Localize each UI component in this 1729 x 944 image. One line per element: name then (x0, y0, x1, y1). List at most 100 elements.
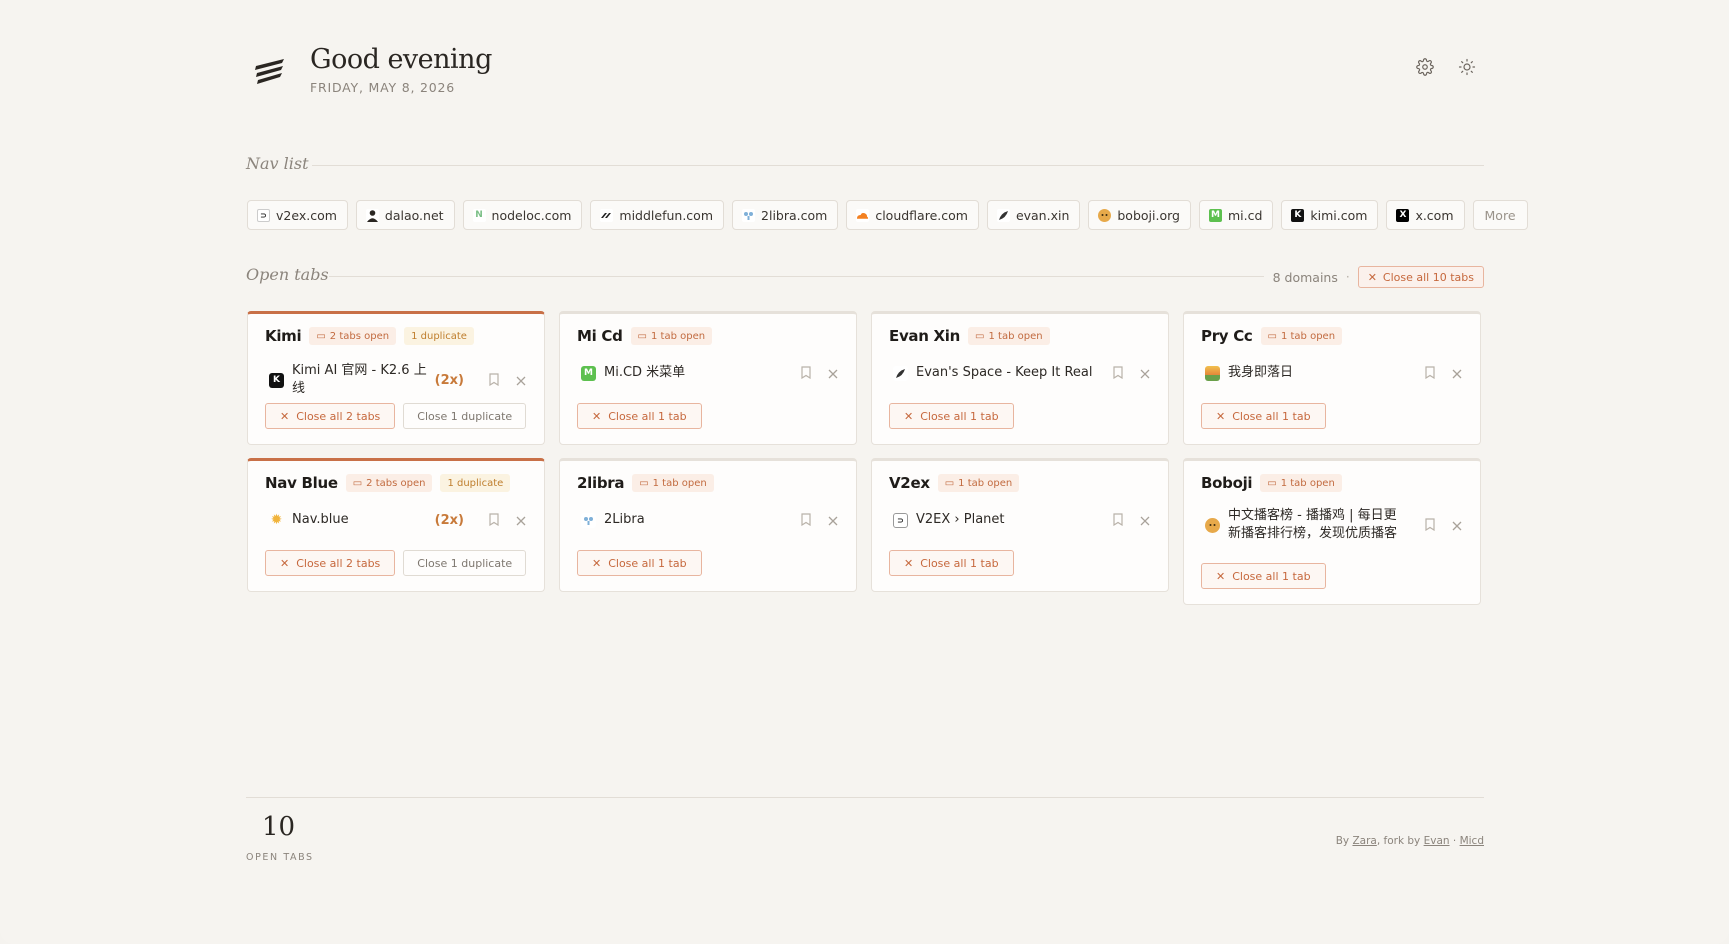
2libra-favicon (581, 512, 596, 528)
domain-card-2libra: 2libra ▭ 1 tab open 2Libra ✕ Close all 1 t… (559, 458, 857, 592)
tab-row[interactable]: 我身即落日 (1201, 362, 1468, 384)
nav-chip-x[interactable]: X x.com (1386, 200, 1465, 230)
close-all-button[interactable]: ✕ Close all 1 tab (577, 403, 702, 429)
bookmark-icon (488, 511, 500, 530)
tab-title[interactable]: Nav.blue (292, 511, 435, 529)
bookmark-icon (800, 364, 812, 383)
card-header: Evan Xin ▭ 1 tab open (889, 327, 1050, 345)
tab-row[interactable]: K Kimi AI 官网 - K2.6 上线 (2x) (265, 362, 532, 398)
close-tab-button[interactable] (510, 509, 532, 531)
tab-icon: ▭ (316, 330, 326, 342)
nav-chip-v2ex[interactable]: ⊃ v2ex.com (247, 200, 348, 230)
author-link[interactable]: Zara (1352, 835, 1376, 847)
card-actions: ✕ Close all 1 tab (577, 550, 702, 576)
settings-button[interactable] (1410, 54, 1440, 84)
nav-chip-dalao[interactable]: dalao.net (355, 200, 455, 230)
close-duplicate-button[interactable]: Close 1 duplicate (403, 403, 527, 429)
header: Good evening FRIDAY, MAY 8, 2026 (246, 42, 1484, 102)
tab-icon: ▭ (639, 477, 649, 489)
badge-label: 2 tabs open (366, 477, 426, 489)
close-tab-button[interactable] (822, 362, 844, 384)
close-tab-button[interactable] (1134, 362, 1156, 384)
nav-chip-evan[interactable]: evan.xin (986, 200, 1081, 230)
tab-row[interactable]: ✹ Nav.blue (2x) (265, 509, 532, 531)
card-header: Boboji ▭ 1 tab open (1201, 474, 1342, 492)
credits-fork: , fork by (1376, 835, 1421, 847)
bookmark-icon (800, 511, 812, 530)
nav-chip-kimi[interactable]: K kimi.com (1281, 200, 1379, 230)
gear-icon (1416, 58, 1434, 80)
close-all-label: Close all 2 tabs (296, 556, 381, 570)
bookmark-button[interactable] (1419, 514, 1441, 536)
credits-separator: · (1452, 835, 1457, 847)
tab-title[interactable]: 中文播客榜 - 播播鸡 | 每日更新播客排行榜，发现优质播客 (1228, 507, 1406, 543)
close-icon: ✕ (592, 409, 602, 423)
nav-list: ⊃ v2ex.com dalao.net N nodeloc.com middl… (247, 200, 1528, 230)
nav-chip-2libra[interactable]: 2libra.com (732, 200, 839, 230)
app-window: Good evening FRIDAY, MAY 8, 2026 Nav lis… (0, 0, 1729, 944)
nav-chip-nodeloc[interactable]: N nodeloc.com (462, 200, 583, 230)
close-icon (1452, 364, 1462, 383)
card-title: Pry Cc (1201, 327, 1253, 345)
close-tab-button[interactable] (1446, 362, 1468, 384)
forker-link[interactable]: Evan (1424, 835, 1450, 847)
2libra-icon (742, 208, 756, 222)
close-icon: ✕ (280, 556, 290, 570)
close-all-button[interactable]: ✕ Close all 1 tab (1201, 563, 1326, 589)
nav-chip-label: middlefun.com (619, 207, 714, 223)
close-tab-button[interactable] (1446, 514, 1468, 536)
nav-chip-boboji[interactable]: boboji.org (1088, 200, 1191, 230)
open-tabs-title: Open tabs (246, 265, 329, 284)
tab-title[interactable]: Evan's Space - Keep It Real (916, 364, 1102, 382)
close-tab-button[interactable] (822, 509, 844, 531)
tabs-open-badge: ▭ 1 tab open (632, 474, 714, 492)
close-all-button[interactable]: ✕ Close all 2 tabs (265, 550, 396, 576)
tab-row[interactable]: M Mi.CD 米菜单 (577, 362, 844, 384)
tab-title[interactable]: 我身即落日 (1228, 364, 1414, 382)
tab-row[interactable]: 中文播客榜 - 播播鸡 | 每日更新播客排行榜，发现优质播客 (1201, 507, 1468, 543)
card-header: Kimi ▭ 2 tabs open 1 duplicate (265, 327, 474, 345)
close-all-button[interactable]: ✕ Close all 1 tab (1201, 403, 1326, 429)
bookmark-button[interactable] (1419, 362, 1441, 384)
sunset-favicon (1205, 365, 1220, 381)
close-all-button[interactable]: ✕ Close all 1 tab (889, 550, 1014, 576)
nav-chip-micd[interactable]: M mi.cd (1198, 200, 1274, 230)
tab-row[interactable]: Evan's Space - Keep It Real (889, 362, 1156, 384)
bookmark-button[interactable] (483, 509, 505, 531)
close-icon: ✕ (1367, 270, 1377, 284)
card-title: Nav Blue (265, 474, 338, 492)
bookmark-button[interactable] (1107, 362, 1129, 384)
theme-toggle-button[interactable] (1452, 54, 1482, 84)
tab-title[interactable]: Kimi AI 官网 - K2.6 上线 (292, 362, 435, 398)
bookmark-button[interactable] (483, 369, 505, 391)
close-all-button[interactable]: ✕ Close all 2 tabs (265, 403, 396, 429)
close-icon: ✕ (592, 556, 602, 570)
close-all-button[interactable]: ✕ Close all 1 tab (889, 403, 1014, 429)
badge-label: 1 tab open (651, 330, 706, 342)
tab-title[interactable]: 2Libra (604, 511, 790, 529)
nav-chip-middlefun[interactable]: middlefun.com (590, 200, 725, 230)
close-tab-button[interactable] (510, 369, 532, 391)
tab-title[interactable]: Mi.CD 米菜单 (604, 364, 790, 382)
close-all-button[interactable]: ✕ Close all 1 tab (577, 550, 702, 576)
nav-more-button[interactable]: More (1472, 200, 1528, 230)
nodeloc-icon: N (472, 208, 486, 222)
domain-card-nav-blue: Nav Blue ▭ 2 tabs open 1 duplicate ✹ Nav.… (247, 458, 545, 592)
close-all-label: Close all 1 tab (1232, 569, 1311, 583)
tab-title[interactable]: V2EX › Planet (916, 511, 1102, 529)
nav-chip-cloudflare[interactable]: cloudflare.com (846, 200, 979, 230)
bookmark-button[interactable] (795, 362, 817, 384)
tab-row[interactable]: ⊃ V2EX › Planet (889, 509, 1156, 531)
close-duplicate-button[interactable]: Close 1 duplicate (403, 550, 527, 576)
nav-list-title: Nav list (246, 154, 309, 173)
open-tabs-total: 10 (262, 812, 296, 842)
card-title: V2ex (889, 474, 930, 492)
bookmark-button[interactable] (795, 509, 817, 531)
tab-row[interactable]: 2Libra (577, 509, 844, 531)
close-tab-button[interactable] (1134, 509, 1156, 531)
open-tabs-divider (329, 276, 1264, 277)
domain-card-micd: Mi Cd ▭ 1 tab open M Mi.CD 米菜单 ✕ Close all… (559, 311, 857, 445)
micd-link[interactable]: Micd (1460, 835, 1484, 847)
bookmark-button[interactable] (1107, 509, 1129, 531)
close-all-tabs-button[interactable]: ✕ Close all 10 tabs (1357, 266, 1484, 288)
